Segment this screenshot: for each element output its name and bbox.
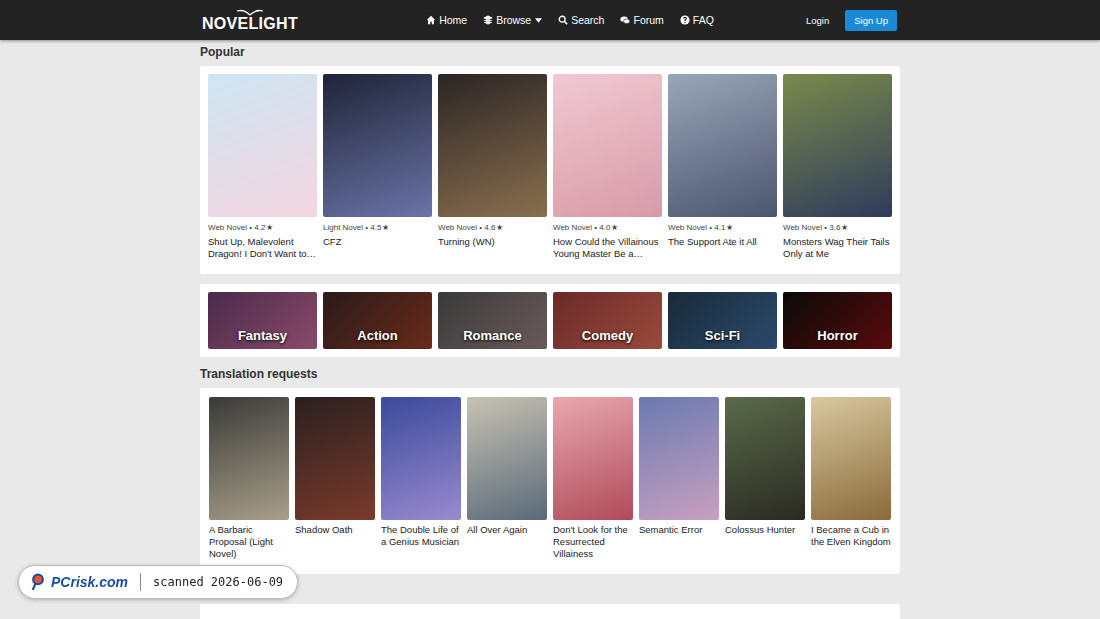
novel-title[interactable]: Monsters Wag Their Tails Only at Me [783,236,892,260]
nav-link[interactable]: FAQ [680,14,714,26]
request-title[interactable]: I Became a Cub in the Elven Kingdom [811,524,891,548]
request-title[interactable]: The Double Life of a Genius Musician [381,524,461,548]
request-title[interactable]: Shadow Oath [295,524,375,536]
request-title[interactable]: Colossus Hunter [725,524,805,536]
next-panel [200,604,900,619]
navbar: NOVELIGHT Home Browse Search Forum FAQ Login Si… [0,0,1100,40]
request-card[interactable]: A Barbaric Proposal (Light Novel) [209,397,289,560]
auth-area: Login Sign Up [806,10,900,31]
request-card[interactable]: All Over Again [467,397,547,560]
request-title[interactable]: A Barbaric Proposal (Light Novel) [209,524,289,560]
novel-meta: Light Novel • 4.5★ [323,223,432,233]
search-icon [558,15,568,25]
novel-card[interactable]: Web Novel • 4.1★ The Support Ate it All [668,74,777,260]
novel-meta: Web Novel • 3.6★ [783,223,892,233]
novel-cover[interactable] [553,74,662,217]
page: NOVELIGHT Home Browse Search Forum FAQ Login Si… [0,0,1100,619]
novel-meta: Web Novel • 4.0★ [553,223,662,233]
popular-panel: Web Novel • 4.2★ Shut Up, Malevolent Drag… [200,66,900,274]
request-title[interactable]: All Over Again [467,524,547,536]
novel-title[interactable]: Shut Up, Malevolent Dragon! I Don't Want… [208,236,317,260]
novel-meta: Web Novel • 4.2★ [208,223,317,233]
request-cover[interactable] [295,397,375,520]
genre-tile[interactable]: Horror [783,292,892,349]
caret-icon [535,18,542,23]
star-icon: ★ [726,223,733,232]
logo[interactable]: NOVELIGHT [202,8,298,33]
section-title: Popular [200,45,900,60]
novel-cover[interactable] [323,74,432,217]
request-card[interactable]: Semantic Error [639,397,719,560]
signup-button[interactable]: Sign Up [845,10,897,31]
novel-cover[interactable] [208,74,317,217]
nav-link[interactable]: Home [426,14,467,26]
home-icon [426,15,436,25]
genre-panel: FantasyActionRomanceComedySci-FiHorror [200,284,900,357]
star-icon: ★ [611,223,618,232]
section-title: Translation requests [200,367,900,382]
nav-link[interactable]: Search [558,14,604,26]
watermark: PCrisk.comscanned 2026-06-09 [18,565,298,599]
login-link[interactable]: Login [806,15,829,26]
genre-tile[interactable]: Fantasy [208,292,317,349]
request-cover[interactable] [209,397,289,520]
star-icon: ★ [266,223,273,232]
layers-icon [483,15,493,25]
nav-link[interactable]: Forum [620,14,663,26]
novel-card[interactable]: Web Novel • 4.2★ Shut Up, Malevolent Drag… [208,74,317,260]
book-icon [235,8,265,16]
genre-tile[interactable]: Action [323,292,432,349]
request-card[interactable]: I Became a Cub in the Elven Kingdom [811,397,891,560]
request-cover[interactable] [381,397,461,520]
novel-meta: Web Novel • 4.6★ [438,223,547,233]
genre-tile[interactable]: Comedy [553,292,662,349]
star-icon: ★ [382,223,389,232]
request-card[interactable]: Don't Look for the Resurrected Villaines… [553,397,633,560]
magnifier-icon [31,573,45,591]
request-cover[interactable] [639,397,719,520]
novel-cover[interactable] [783,74,892,217]
main-content: Popular Web Novel • 4.2★ Shut Up, Malevole… [200,45,900,619]
novel-title[interactable]: CFZ [323,236,432,248]
novel-title[interactable]: How Could the Villainous Young Master Be… [553,236,662,260]
request-cover[interactable] [467,397,547,520]
novel-card[interactable]: Light Novel • 4.5★ CFZ [323,74,432,260]
request-cover[interactable] [811,397,891,520]
request-card[interactable]: Shadow Oath [295,397,375,560]
star-icon: ★ [496,223,503,232]
novel-cover[interactable] [668,74,777,217]
novel-title[interactable]: Turning (WN) [438,236,547,248]
novel-card[interactable]: Web Novel • 3.6★ Monsters Wag Their Tails… [783,74,892,260]
question-icon [680,15,690,25]
nav-link[interactable]: Browse [483,14,542,26]
novel-card[interactable]: Web Novel • 4.6★ Turning (WN) [438,74,547,260]
comments-icon [620,15,630,25]
request-card[interactable]: The Double Life of a Genius Musician [381,397,461,560]
star-icon: ★ [841,223,848,232]
request-cover[interactable] [553,397,633,520]
novel-cover[interactable] [438,74,547,217]
request-card[interactable]: Colossus Hunter [725,397,805,560]
request-cover[interactable] [725,397,805,520]
request-title[interactable]: Don't Look for the Resurrected Villaines… [553,524,633,560]
genre-tile[interactable]: Romance [438,292,547,349]
novel-meta: Web Novel • 4.1★ [668,223,777,233]
nav-menu: Home Browse Search Forum FAQ [426,14,714,26]
novel-title[interactable]: The Support Ate it All [668,236,777,248]
request-title[interactable]: Semantic Error [639,524,719,536]
genre-tile[interactable]: Sci-Fi [668,292,777,349]
novel-card[interactable]: Web Novel • 4.0★ How Could the Villainous… [553,74,662,260]
requests-panel: A Barbaric Proposal (Light Novel) Shadow … [200,388,900,574]
